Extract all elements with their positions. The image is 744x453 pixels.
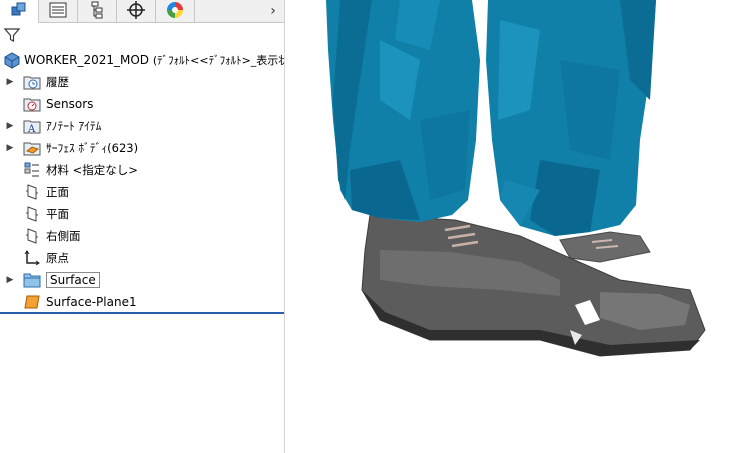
tree-item-label: 正面: [46, 185, 69, 199]
tree-item-label: 材料 <指定なし>: [46, 163, 138, 177]
manager-tab-bar: ›: [0, 0, 284, 23]
tree-item-label: ｱﾉﾃｰﾄ ｱｲﾃﾑ: [46, 119, 102, 133]
feature-manager-panel: › WORKER_2021_MOD (ﾃﾞﾌｫﾙﾄ<<ﾃﾞﾌｫﾙﾄ>_表示状 ▶: [0, 0, 289, 453]
annotation-icon: A: [22, 116, 42, 136]
expand-arrow-icon[interactable]: ▶: [6, 269, 14, 291]
tree-item-sensors[interactable]: Sensors: [0, 93, 284, 115]
expand-arrow-icon[interactable]: ▶: [6, 71, 14, 93]
tree-item-material[interactable]: 材料 <指定なし>: [0, 159, 284, 181]
origin-icon: [22, 248, 42, 268]
surface-bodies-icon: [22, 138, 42, 158]
tab-display-manager[interactable]: [156, 0, 195, 22]
tree-item-label: Surface-Plane1: [46, 295, 137, 309]
filter-bar: [0, 23, 284, 47]
surface-plane-icon: [22, 292, 42, 312]
expand-arrow-icon[interactable]: ▶: [6, 137, 14, 159]
plane-icon: [22, 182, 42, 202]
folder-icon: [22, 270, 42, 290]
tree-item-label: 原点: [46, 251, 69, 265]
plane-icon: [22, 226, 42, 246]
rollback-bar[interactable]: [0, 312, 284, 314]
sensor-icon: [22, 94, 42, 114]
configuration-icon: [88, 1, 106, 22]
tree-item-annotations[interactable]: ▶ A ｱﾉﾃｰﾄ ｱｲﾃﾑ: [0, 115, 284, 137]
tab-configuration-manager[interactable]: [78, 0, 117, 22]
tab-property-manager[interactable]: [39, 0, 78, 22]
filter-icon[interactable]: [3, 27, 21, 46]
property-list-icon: [49, 2, 67, 21]
graphics-viewport[interactable]: [285, 0, 744, 453]
configuration-suffix: (ﾃﾞﾌｫﾙﾄ<<ﾃﾞﾌｫﾙﾄ>_表示状: [152, 54, 290, 67]
tree-item-label: 平面: [46, 207, 69, 221]
tree-item-label: ｻｰﾌｪｽ ﾎﾞﾃﾞｨ(623): [46, 141, 139, 155]
tree-item-surface-bodies[interactable]: ▶ ｻｰﾌｪｽ ﾎﾞﾃﾞｨ(623): [0, 137, 284, 159]
tab-dimxpert-manager[interactable]: [117, 0, 156, 22]
part-name: WORKER_2021_MOD: [24, 53, 150, 67]
history-folder-icon: [22, 72, 42, 92]
part-icon: [2, 50, 22, 70]
tree-item-label: 右側面: [46, 229, 81, 243]
tree-root-part[interactable]: WORKER_2021_MOD (ﾃﾞﾌｫﾙﾄ<<ﾃﾞﾌｫﾙﾄ>_表示状: [0, 49, 289, 71]
tree-item-history[interactable]: ▶ 履歴: [0, 71, 284, 93]
expand-arrow-icon[interactable]: ▶: [6, 115, 14, 137]
tabs-scroll-right-button[interactable]: ›: [262, 0, 284, 22]
worker-model-render: [326, 0, 706, 357]
tree-item-label: Sensors: [46, 97, 94, 111]
crosshair-icon: [127, 0, 145, 22]
material-icon: [22, 160, 42, 180]
tree-item-label: Surface: [46, 272, 100, 288]
feature-tree-icon: [9, 1, 29, 22]
tree-item-origin[interactable]: 原点: [0, 247, 284, 269]
tree-item-surface-folder[interactable]: ▶ Surface: [0, 269, 284, 291]
tree-item-top-plane[interactable]: 平面: [0, 203, 284, 225]
tab-feature-manager[interactable]: [0, 0, 39, 23]
plane-icon: [22, 204, 42, 224]
tree-root-label: WORKER_2021_MOD (ﾃﾞﾌｫﾙﾄ<<ﾃﾞﾌｫﾙﾄ>_表示状: [24, 52, 289, 68]
tree-item-front-plane[interactable]: 正面: [0, 181, 284, 203]
tree-item-right-plane[interactable]: 右側面: [0, 225, 284, 247]
tree-item-label: 履歴: [46, 75, 69, 89]
color-wheel-icon: [166, 1, 184, 22]
tree-item-surface-plane1[interactable]: Surface-Plane1: [0, 291, 284, 313]
svg-text:A: A: [27, 124, 36, 135]
